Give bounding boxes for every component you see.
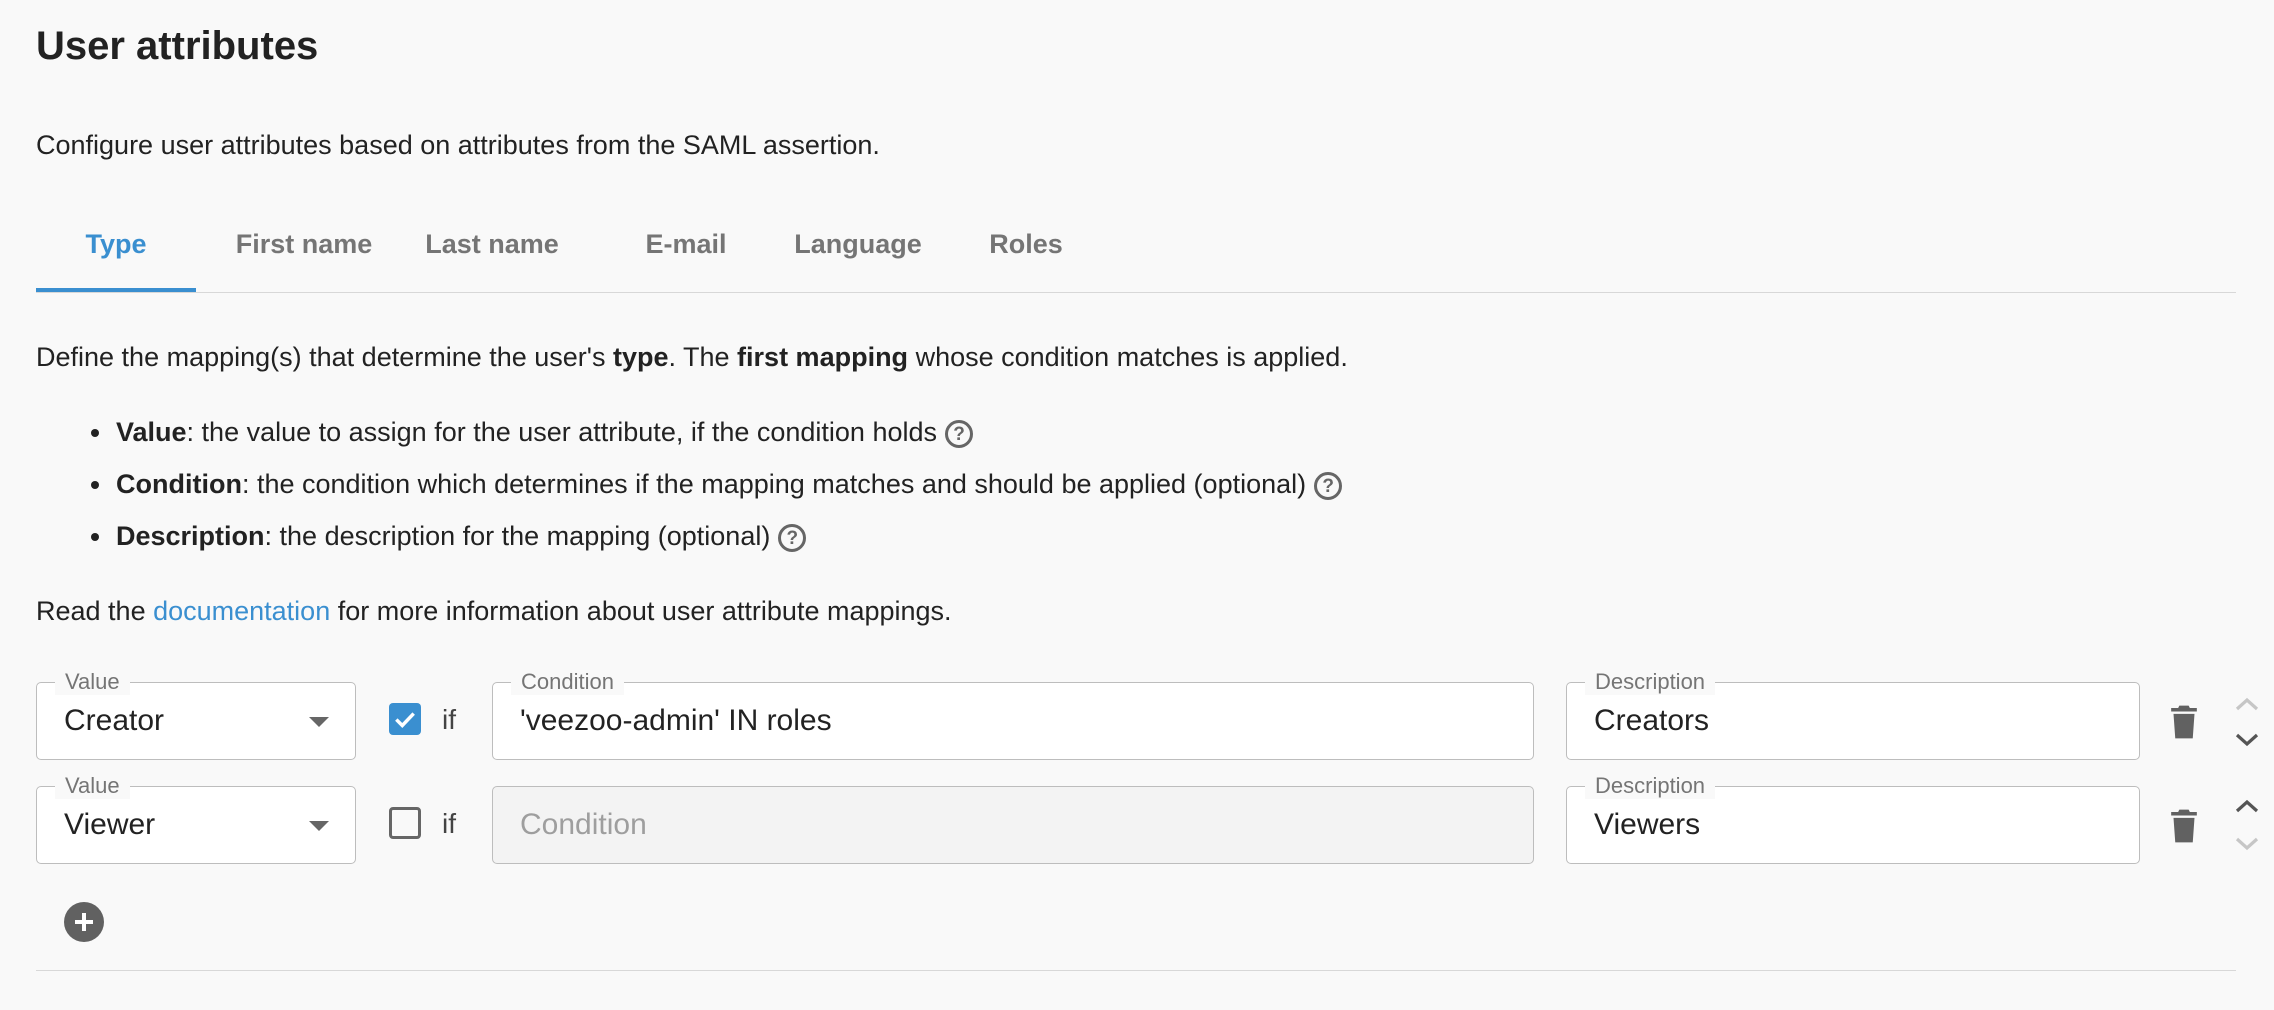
- chevron-up-icon: [2235, 697, 2259, 711]
- intro-text-2: . The: [668, 342, 738, 372]
- condition-checkbox[interactable]: [389, 807, 421, 839]
- help-circle-icon[interactable]: ?: [778, 523, 807, 552]
- trash-icon[interactable]: [2170, 704, 2198, 740]
- condition-checkbox[interactable]: [389, 703, 421, 735]
- if-label: if: [442, 704, 456, 735]
- add-mapping-button[interactable]: [64, 902, 104, 942]
- dropdown-caret-icon: [309, 821, 329, 831]
- condition-placeholder: Condition: [520, 808, 647, 841]
- mapping-row: Value Creator if Condition 'veezoo-admin…: [36, 669, 2259, 762]
- if-label: if: [442, 808, 456, 839]
- bullet-text: : the value to assign for the user attri…: [186, 417, 937, 447]
- help-circle-icon[interactable]: ?: [1314, 471, 1343, 500]
- bullet-text: : the condition which determines if the …: [241, 469, 1307, 499]
- bullet-text: : the description for the mapping (optio…: [264, 521, 771, 551]
- intro-text-3: whose condition matches is applied.: [908, 342, 1348, 372]
- condition-input[interactable]: Condition: [492, 786, 1534, 864]
- tab-type[interactable]: Type: [36, 210, 196, 292]
- value-select[interactable]: Value Viewer: [36, 773, 356, 864]
- checkmark-icon: [395, 712, 415, 728]
- bullet-value: Value: the value to assign for the user …: [90, 406, 1342, 458]
- bullet-condition: Condition: the condition which determine…: [90, 458, 1343, 510]
- description-value: Viewers: [1594, 808, 1701, 841]
- tab-last-name[interactable]: Last name: [400, 210, 584, 290]
- value-select[interactable]: Value Creator: [36, 669, 356, 760]
- intro-text-1: Define the mapping(s) that determine the…: [36, 342, 613, 372]
- value-selected: Creator: [64, 704, 165, 737]
- tab-language[interactable]: Language: [758, 210, 958, 290]
- condition-value: 'veezoo-admin' IN roles: [520, 704, 832, 737]
- chevron-down-icon: [2235, 837, 2259, 851]
- tab-first-name[interactable]: First name: [212, 210, 396, 290]
- docs-text-before: Read the: [36, 596, 154, 626]
- help-circle-icon[interactable]: ?: [945, 419, 973, 448]
- documentation-note: Read the documentation for more informat…: [36, 596, 952, 627]
- intro-bold-type: type: [612, 342, 669, 372]
- page-title: User attributes: [36, 24, 319, 68]
- trash-icon[interactable]: [2170, 808, 2198, 844]
- dropdown-caret-icon: [309, 717, 329, 727]
- intro-bold-first-mapping: first mapping: [737, 342, 909, 372]
- description-value: Creators: [1594, 704, 1710, 737]
- bullet-term: Condition: [116, 469, 242, 499]
- mapping-intro: Define the mapping(s) that determine the…: [36, 342, 1348, 373]
- tab-email[interactable]: E-mail: [598, 210, 774, 290]
- bullet-term: Description: [116, 521, 265, 551]
- value-selected: Viewer: [64, 808, 156, 841]
- divider: [36, 970, 2236, 971]
- field-explanations: Value: the value to assign for the user …: [36, 406, 1343, 562]
- chevron-up-icon[interactable]: [2232, 796, 2262, 816]
- page-subtitle: Configure user attributes based on attri…: [36, 130, 880, 160]
- attribute-tabs: Type First name Last name E-mail Languag…: [36, 210, 2236, 293]
- tab-roles[interactable]: Roles: [936, 210, 1116, 290]
- condition-input[interactable]: Condition 'veezoo-admin' IN roles: [492, 669, 1534, 760]
- description-input[interactable]: Description Creators: [1566, 669, 2140, 760]
- bullet-description: Description: the description for the map…: [90, 510, 1342, 562]
- chevron-down-icon[interactable]: [2232, 730, 2262, 750]
- description-input[interactable]: Description Viewers: [1566, 773, 2140, 864]
- bullet-term: Value: [116, 417, 187, 447]
- mapping-row: Value Viewer if Condition Description Vi…: [36, 773, 2259, 866]
- docs-text-after: for more information about user attribut…: [330, 596, 952, 626]
- documentation-link[interactable]: documentation: [153, 596, 330, 626]
